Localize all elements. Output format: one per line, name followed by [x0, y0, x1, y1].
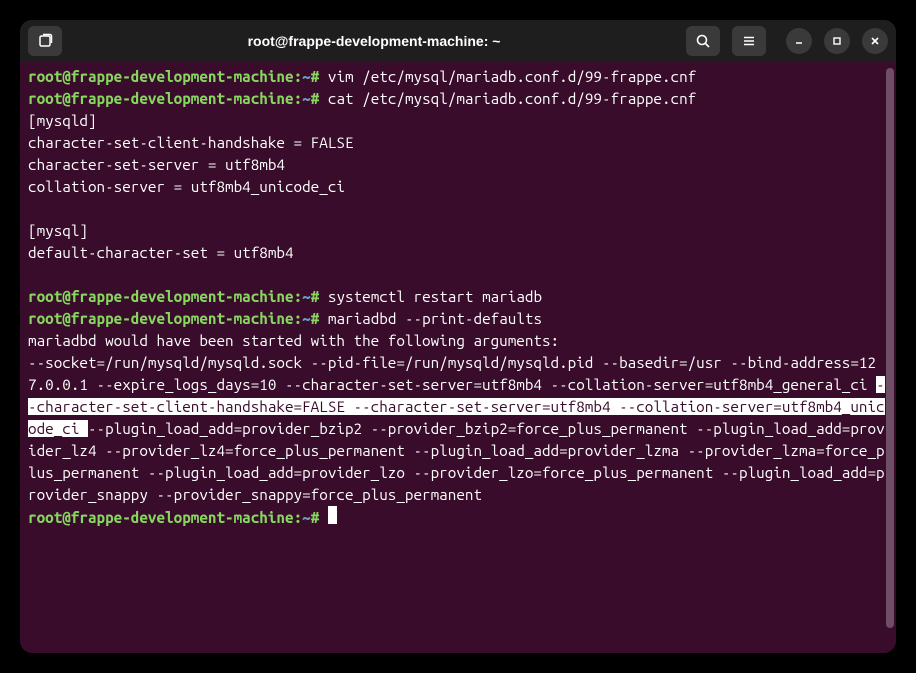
- search-button[interactable]: [686, 26, 720, 56]
- titlebar-right: [686, 26, 888, 56]
- window-title: root@frappe-development-machine: ~: [68, 33, 680, 49]
- close-button[interactable]: [862, 28, 888, 54]
- terminal-body[interactable]: root@frappe-development-machine:~# vim /…: [20, 62, 896, 653]
- maximize-button[interactable]: [824, 28, 850, 54]
- new-tab-button[interactable]: [28, 26, 62, 56]
- command-mariadbd: mariadbd --print-defaults: [328, 310, 542, 327]
- command-cat: cat /etc/mysql/mariadb.conf.d/99-frappe.…: [328, 90, 696, 107]
- terminal-output: root@frappe-development-machine:~# vim /…: [28, 66, 888, 529]
- hamburger-menu-button[interactable]: [732, 26, 766, 56]
- command-vim: vim /etc/mysql/mariadb.conf.d/99-frappe.…: [328, 68, 696, 85]
- scrollbar[interactable]: [886, 68, 894, 628]
- defaults-pre: --socket=/run/mysqld/mysqld.sock --pid-f…: [28, 354, 876, 393]
- window-controls: [786, 28, 888, 54]
- titlebar-left: [28, 26, 62, 56]
- output-line: collation-server = utf8mb4_unicode_ci: [28, 178, 345, 195]
- minimize-button[interactable]: [786, 28, 812, 54]
- output-line: mariadbd would have been started with th…: [28, 332, 559, 349]
- output-line: [mysql]: [28, 222, 88, 239]
- output-line: character-set-server = utf8mb4: [28, 156, 285, 173]
- output-line: character-set-client-handshake = FALSE: [28, 134, 354, 151]
- output-line: default-character-set = utf8mb4: [28, 244, 294, 261]
- output-line: [mysqld]: [28, 112, 97, 129]
- defaults-post: --plugin_load_add=provider_bzip2 --provi…: [28, 420, 885, 503]
- cursor: [328, 506, 337, 524]
- titlebar: root@frappe-development-machine: ~: [20, 20, 896, 62]
- command-systemctl: systemctl restart mariadb: [328, 288, 542, 305]
- prompt-path: ~: [302, 68, 311, 85]
- prompt-userhost: root@frappe-development-machine: [28, 68, 294, 85]
- terminal-window: root@frappe-development-machine: ~: [20, 20, 896, 653]
